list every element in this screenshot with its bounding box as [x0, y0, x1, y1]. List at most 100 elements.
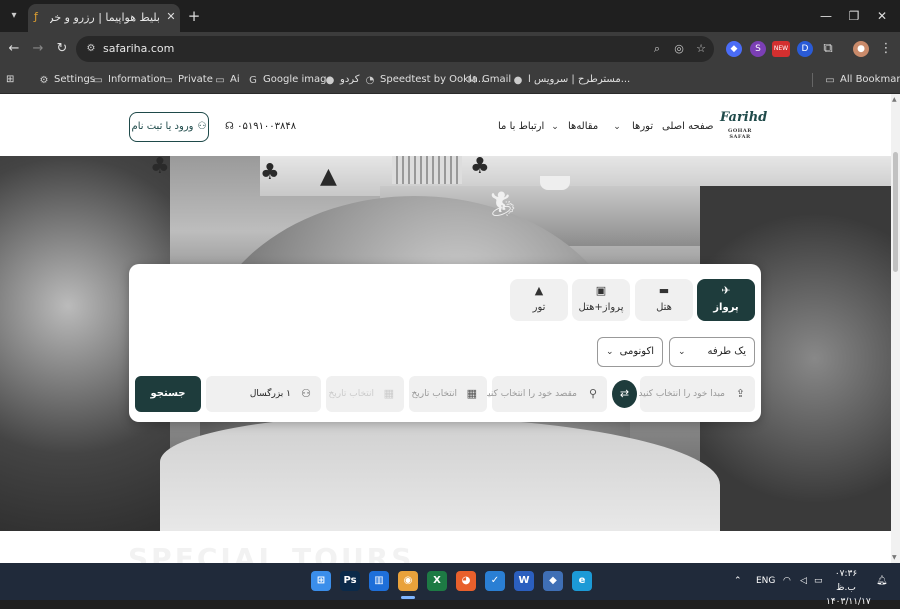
close-tab-icon[interactable]: ✕ — [164, 10, 178, 24]
service-tab-label: پرواز — [713, 302, 739, 313]
folder-icon: ▭ — [215, 75, 225, 86]
photoshop-icon[interactable]: Ps — [340, 571, 360, 591]
windows-start-icon[interactable]: ⊞ — [311, 571, 331, 591]
chevron-down-icon[interactable]: ⌄ — [612, 120, 622, 134]
shield-ext-icon[interactable]: ◆ — [726, 41, 742, 57]
window-close-icon[interactable]: ✕ — [874, 8, 890, 24]
new-tab-plus-icon[interactable]: + — [186, 8, 202, 24]
bookmarks-bar: ⊞ ⚙ Settings ▭ Information ▭ Private ▭ Ai G Googl… — [0, 66, 900, 94]
farihe-logo-icon: ƒ — [34, 10, 38, 23]
volume-icon[interactable]: ◁ — [800, 574, 807, 588]
site-logo[interactable]: Farihd GOHAR SAFAR — [720, 108, 767, 144]
google-icon: G — [249, 75, 257, 86]
mastertarh-icon: ● — [513, 75, 523, 86]
url-text[interactable]: safariha.com — [103, 42, 174, 56]
tab-search-chevron-icon[interactable]: ▾ — [6, 8, 22, 24]
browser-tab[interactable]: ƒ بلیط هواپیما | رزرو و خرید تور و بلیط … — [28, 4, 180, 32]
web-page: ⚇ورود یا ثبت نام ☊ ۰۵۱۹۱۰۰۳۸۴۸ ارتباط با… — [0, 94, 891, 563]
scroll-up-arrow-icon[interactable]: ▲ — [892, 96, 899, 103]
tray-chevron-icon[interactable]: ⌃ — [734, 574, 742, 588]
user-icon: ⚇ — [301, 387, 311, 400]
eye-slash-icon[interactable]: ◎ — [672, 42, 686, 56]
d-ext-icon[interactable]: D — [797, 41, 813, 57]
all-bookmarks[interactable]: ▭All Bookmarks — [824, 72, 900, 88]
reload-icon[interactable]: ↻ — [54, 41, 70, 57]
service-tab[interactable]: ✈ پرواز — [697, 279, 755, 321]
extensions-puzzle-icon[interactable]: ⧉ — [820, 41, 836, 57]
menu-tours[interactable]: تورها — [632, 120, 653, 134]
s-ext-icon[interactable]: S — [750, 41, 766, 57]
apps-grid-icon[interactable]: ⊞ — [6, 72, 14, 88]
return-date-field[interactable]: ▦ انتخاب تاریخ — [326, 376, 404, 412]
site-header: ⚇ورود یا ثبت نام ☊ ۰۵۱۹۱۰۰۳۸۴۸ ارتباط با… — [0, 94, 891, 156]
page-scrollbar[interactable]: ▲ ▼ — [891, 94, 900, 563]
bookmark-star-icon[interactable]: ☆ — [694, 42, 708, 56]
address-bar[interactable]: ⚙ safariha.com ⌕ ◎ ☆ — [76, 36, 714, 62]
gadget-icon[interactable]: ◆ — [543, 571, 563, 591]
bookmark-label: Information — [108, 74, 166, 85]
destination-field[interactable]: ⚲ مقصد خود را انتخاب کنید — [483, 376, 607, 412]
depart-date-field[interactable]: ▦ انتخاب تاریخ — [409, 376, 487, 412]
menu-contact[interactable]: ارتباط با ما — [498, 120, 544, 134]
trip-type-select[interactable]: یک طرفه ⌄ — [669, 337, 755, 367]
bookmark-item[interactable]: M Gmail — [466, 72, 512, 88]
profile-avatar[interactable]: ● — [853, 41, 869, 57]
system-clock[interactable]: ۰۷:۳۶ ب.ظ ۱۴۰۳/۱۱/۱۷ — [826, 567, 871, 607]
scroll-thumb[interactable] — [893, 152, 898, 272]
active-app-indicator — [401, 596, 415, 599]
firefox-icon[interactable]: ◕ — [456, 571, 476, 591]
service-tab[interactable]: ▣ پرواز+هتل — [572, 279, 630, 321]
scroll-down-arrow-icon[interactable]: ▼ — [892, 554, 899, 561]
vpn-icon[interactable]: ✓ — [485, 571, 505, 591]
passengers-field[interactable]: ⚇ ۱ بزرگسال — [206, 376, 321, 412]
bookmark-item[interactable]: ⚙ Settings — [38, 72, 96, 88]
trello-icon[interactable]: ▥ — [369, 571, 389, 591]
chrome-menu-icon[interactable]: ⋮ — [878, 41, 894, 57]
calendar-icon: ▦ — [466, 387, 477, 400]
calendar-icon: ▦ — [383, 387, 394, 400]
folder-icon: ▭ — [163, 75, 173, 86]
bookmark-label: Ai — [230, 74, 240, 85]
browser-tab-strip: ▾ ƒ بلیط هواپیما | رزرو و خرید تور و بلی… — [0, 0, 900, 32]
palm-tree-icon: ♣ — [470, 156, 490, 179]
service-tab-label: پرواز+هتل — [578, 302, 624, 313]
wifi-icon[interactable]: ◠ — [783, 574, 791, 588]
language-indicator[interactable]: ENG — [756, 574, 775, 588]
cabin-class-select[interactable]: اکونومی ⌄ — [597, 337, 663, 367]
zoom-icon[interactable]: ⌕ — [650, 42, 664, 56]
search-button[interactable]: جستجو — [135, 376, 201, 412]
site-info-icon[interactable]: ⚙ — [84, 42, 98, 56]
bookmark-item[interactable]: ▭ Information — [92, 72, 166, 88]
excel-icon[interactable]: X — [427, 571, 447, 591]
bookmark-label: مسترطرح | سرویس ا... — [528, 74, 631, 85]
speedtest-icon: ◔ — [365, 75, 375, 86]
new-ext-icon[interactable]: NEW — [772, 41, 790, 57]
restore-icon[interactable]: ❐ — [846, 8, 862, 24]
notification-bell-icon[interactable]: 🔔︎ — [876, 574, 887, 588]
word-icon[interactable]: W — [514, 571, 534, 591]
support-phone[interactable]: ☊ ۰۵۱۹۱۰۰۳۸۴۸ — [225, 120, 296, 134]
chevron-down-icon: ⌄ — [678, 347, 686, 357]
forward-arrow-icon[interactable]: → — [30, 41, 46, 57]
service-tab[interactable]: ▲ تور — [510, 279, 568, 321]
minimize-icon[interactable]: — — [818, 8, 834, 24]
menu-home[interactable]: صفحه اصلی — [662, 120, 713, 134]
battery-icon[interactable]: ▭ — [814, 574, 823, 588]
bookmark-item[interactable]: ▭ Private — [162, 72, 213, 88]
menu-articles[interactable]: مقاله‌ها — [568, 120, 598, 134]
bookmark-item[interactable]: ● مسترطرح | سرویس ا... — [512, 72, 631, 88]
bookmark-item[interactable]: ▭ Ai — [214, 72, 240, 88]
gear-icon: ⚙ — [39, 75, 49, 86]
chevron-down-icon[interactable]: ⌄ — [550, 120, 560, 134]
edge-icon[interactable]: e — [572, 571, 592, 591]
bookmark-item[interactable]: ● کردو — [324, 72, 360, 88]
login-register-button[interactable]: ⚇ورود یا ثبت نام — [129, 112, 209, 142]
hero-sand — [160, 416, 720, 531]
origin-field[interactable]: ⇪ مبدا خود را انتخاب کنید — [639, 376, 755, 412]
palm-tree-icon: ♣ — [260, 160, 280, 185]
back-arrow-icon[interactable]: ← — [6, 41, 22, 57]
bookmark-item[interactable]: G Google image — [247, 72, 332, 88]
chrome-icon[interactable]: ◉ — [398, 571, 418, 591]
swap-icon[interactable]: ⇄ — [612, 380, 637, 408]
service-tab[interactable]: ▬ هتل — [635, 279, 693, 321]
